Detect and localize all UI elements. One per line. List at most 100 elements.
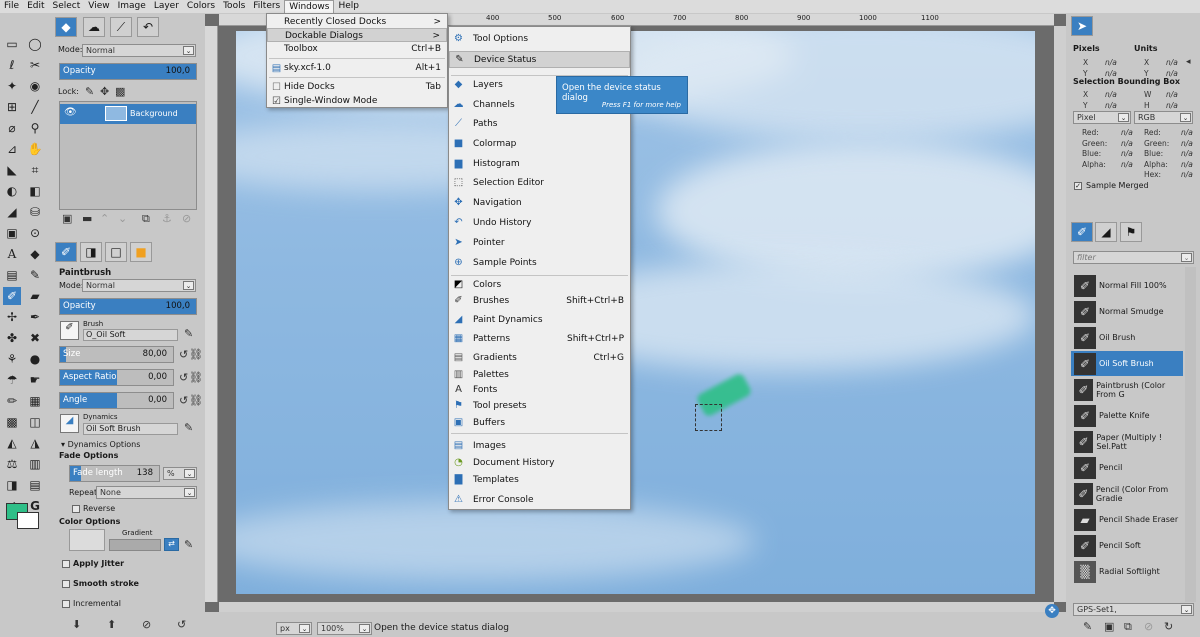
- menu-view[interactable]: View: [84, 0, 113, 13]
- menu-item-templates[interactable]: ▇ Templates: [449, 472, 630, 488]
- menu-item-patterns[interactable]: ▦ Patterns Shift+Ctrl+P: [449, 331, 630, 347]
- menu-item-navigation[interactable]: ✥ Navigation: [449, 195, 630, 211]
- menu-item-recently-closed-docks[interactable]: Recently Closed Docks >: [267, 15, 447, 29]
- menu-file[interactable]: File: [0, 0, 23, 13]
- menu-item-selection-editor[interactable]: ⬚ Selection Editor: [449, 175, 630, 191]
- hide-docks-checkbox[interactable]: ☐: [270, 82, 283, 94]
- flip-icon[interactable]: ◐: [3, 182, 21, 200]
- hue-icon[interactable]: ▥: [26, 455, 44, 473]
- lock-alpha-icon[interactable]: ▩: [115, 85, 125, 98]
- menu-layer[interactable]: Layer: [150, 0, 183, 13]
- single-window-checkbox[interactable]: ☑: [270, 96, 283, 108]
- brush-name-field[interactable]: O_Oil Soft: [83, 329, 178, 341]
- fade-unit-select[interactable]: % ⌄: [163, 467, 197, 480]
- tab-brushes[interactable]: ✐: [1071, 222, 1093, 242]
- align-icon[interactable]: ⊞: [3, 98, 21, 116]
- delete-layer-icon[interactable]: ⊘: [182, 212, 191, 225]
- layer-opacity-slider[interactable]: Opacity 100,0: [59, 63, 197, 80]
- dynamics-edit-icon[interactable]: ✎: [184, 421, 193, 434]
- anchor-layer-icon[interactable]: ⚓: [162, 212, 172, 225]
- tab-pointer[interactable]: ➤: [1071, 16, 1093, 36]
- menu-edit[interactable]: Edit: [23, 0, 48, 13]
- color-picker-icon[interactable]: ⌀: [3, 119, 21, 137]
- lock-pixels-icon[interactable]: ✎: [85, 85, 94, 98]
- tab-colors[interactable]: ■: [130, 242, 152, 262]
- menu-item-undo-history[interactable]: ↶ Undo History: [449, 215, 630, 231]
- menu-item-palettes[interactable]: ▥ Palettes: [449, 367, 630, 383]
- menu-item-tool-presets[interactable]: ⚑ Tool presets: [449, 398, 630, 414]
- repeat-select[interactable]: None ⌄: [96, 486, 197, 499]
- menu-item-toolbox[interactable]: Toolbox Ctrl+B: [267, 42, 447, 56]
- navigate-icon[interactable]: ✥: [1045, 604, 1059, 618]
- rect-select-icon[interactable]: ▭: [3, 35, 21, 53]
- eye-icon[interactable]: 👁: [64, 107, 77, 118]
- restore-options-icon[interactable]: ⬆: [107, 618, 116, 631]
- menu-item-single-window-mode[interactable]: ☑ Single-Window Mode: [267, 94, 447, 108]
- new-brush-icon[interactable]: ▣: [1104, 620, 1114, 633]
- levels-icon[interactable]: ▦: [26, 392, 44, 410]
- fuzzy-select-icon[interactable]: ✦: [3, 77, 21, 95]
- eraser-icon[interactable]: ▰: [26, 287, 44, 305]
- brush-item-selected[interactable]: ✐ Oil Soft Brush: [1071, 351, 1183, 376]
- hand-icon[interactable]: ✋: [26, 140, 44, 158]
- brush-item[interactable]: ▰ Pencil Shade Eraser: [1071, 507, 1183, 532]
- unit-select[interactable]: px ⌄: [276, 622, 312, 635]
- new-group-icon[interactable]: ▬: [82, 212, 92, 225]
- curves-icon[interactable]: ▩: [3, 413, 21, 431]
- posterize-icon[interactable]: ▤: [26, 476, 44, 494]
- menu-windows[interactable]: Windows: [284, 0, 335, 14]
- unified-transform-icon[interactable]: ◧: [26, 182, 44, 200]
- tab-device-status[interactable]: ◨: [80, 242, 102, 262]
- angle-slider[interactable]: Angle 0,00: [59, 392, 174, 409]
- save-options-icon[interactable]: ⬇: [72, 618, 81, 631]
- balance-icon[interactable]: ⚖: [3, 455, 21, 473]
- smudge-icon[interactable]: ⊙: [26, 224, 44, 242]
- free-select-icon[interactable]: ℓ: [3, 56, 21, 74]
- foreground-select-icon[interactable]: ◉: [26, 77, 44, 95]
- desaturate-icon[interactable]: ◭: [3, 434, 21, 452]
- gradient-preview[interactable]: [109, 539, 161, 551]
- menu-item-gradients[interactable]: ▤ Gradients Ctrl+G: [449, 350, 630, 366]
- apply-jitter-checkbox[interactable]: [62, 560, 70, 568]
- menu-item-paths[interactable]: ⟋ Paths: [449, 116, 630, 132]
- move-icon[interactable]: ⊿: [3, 140, 21, 158]
- brush-item[interactable]: ✐ Pencil Soft: [1071, 533, 1183, 558]
- menu-item-colors[interactable]: ◩ Colors: [449, 277, 630, 293]
- lower-layer-icon[interactable]: ⌄: [118, 212, 127, 225]
- fade-length-slider[interactable]: Fade length 138: [69, 465, 160, 482]
- layer-row[interactable]: 👁 Background: [60, 104, 196, 124]
- size-reset-icon[interactable]: ↺: [179, 348, 188, 361]
- zoom-icon[interactable]: ⚲: [26, 119, 44, 137]
- menu-item-buffers[interactable]: ▣ Buffers: [449, 415, 630, 431]
- smudge-tool-icon[interactable]: ☛: [26, 371, 44, 389]
- colorize-icon[interactable]: ◨: [3, 476, 21, 494]
- brush-item[interactable]: ✐ Paintbrush (Color From G: [1071, 377, 1183, 402]
- gradient-edit-icon[interactable]: ✎: [184, 538, 193, 551]
- edit-brush-icon[interactable]: ✎: [1083, 620, 1092, 633]
- text-icon[interactable]: A: [3, 245, 21, 263]
- warp-icon[interactable]: ◢: [3, 203, 21, 221]
- incremental-checkbox[interactable]: [62, 600, 70, 608]
- measure-icon[interactable]: ╱: [26, 98, 44, 116]
- duplicate-layer-icon[interactable]: ⧉: [142, 212, 150, 226]
- menu-help[interactable]: Help: [334, 0, 363, 13]
- fill-icon[interactable]: ◆: [26, 245, 44, 263]
- angle-reset-icon[interactable]: ↺: [179, 394, 188, 407]
- reset-options-icon[interactable]: ↺: [177, 618, 186, 631]
- layer-name[interactable]: Background: [130, 109, 178, 118]
- menu-item-tool-options[interactable]: ⚙ Tool Options: [449, 31, 630, 47]
- tab-paint-dynamics[interactable]: ◢: [1095, 222, 1117, 242]
- brushes-scrollbar[interactable]: [1185, 267, 1196, 602]
- menu-filters[interactable]: Filters: [249, 0, 284, 13]
- threshold-icon[interactable]: ◫: [26, 413, 44, 431]
- tab-layers[interactable]: ◆: [55, 17, 77, 37]
- reverse-checkbox[interactable]: [72, 505, 80, 513]
- menu-select[interactable]: Select: [49, 0, 85, 13]
- menu-item-sample-points[interactable]: ⊕ Sample Points: [449, 255, 630, 271]
- mypaint-icon[interactable]: ✤: [3, 329, 21, 347]
- scissors-icon[interactable]: ✂: [26, 56, 44, 74]
- menu-tools[interactable]: Tools: [219, 0, 249, 13]
- smooth-stroke-checkbox[interactable]: [62, 580, 70, 588]
- brush-item[interactable]: ✐ Normal Smudge: [1071, 299, 1183, 324]
- bucket-fill-icon[interactable]: ⛁: [26, 203, 44, 221]
